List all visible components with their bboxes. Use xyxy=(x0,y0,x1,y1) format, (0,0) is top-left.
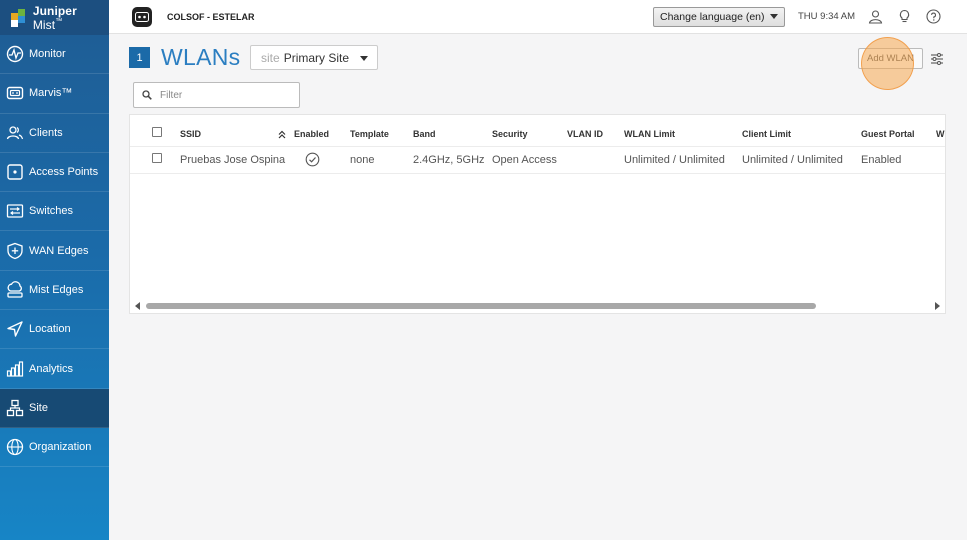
sidebar: Juniper Mist™ Monitor Marvis™ Clients Ac… xyxy=(0,0,109,540)
column-header-truncated[interactable]: WL xyxy=(936,129,945,139)
top-bar: COLSOF - ESTELAR Change language (en) TH… xyxy=(109,0,967,34)
location-icon xyxy=(6,320,24,338)
row-divider xyxy=(130,173,945,174)
org-name[interactable]: COLSOF - ESTELAR xyxy=(167,12,255,22)
juniper-mist-logo[interactable]: Juniper Mist™ xyxy=(0,0,109,35)
language-select[interactable]: Change language (en) xyxy=(653,7,785,27)
search-icon xyxy=(142,90,152,100)
site-select[interactable]: site Primary Site xyxy=(250,45,378,70)
sidebar-item-marvis[interactable]: Marvis™ xyxy=(0,74,109,114)
wlan-table: SSID Enabled Template Band Security VLAN… xyxy=(129,114,946,314)
chevron-down-icon xyxy=(770,14,778,19)
horizontal-scrollbar[interactable] xyxy=(130,299,945,313)
column-header-guest-portal[interactable]: Guest Portal xyxy=(861,129,915,139)
row-checkbox[interactable] xyxy=(152,153,162,163)
column-header-ssid[interactable]: SSID xyxy=(180,129,201,139)
column-header-enabled[interactable]: Enabled xyxy=(294,129,329,139)
header-divider xyxy=(130,146,945,147)
enabled-check-icon xyxy=(305,152,320,167)
site-icon xyxy=(6,399,24,417)
select-all-checkbox[interactable] xyxy=(152,127,162,137)
clients-icon xyxy=(6,124,24,142)
sidebar-item-access-points[interactable]: Access Points xyxy=(0,153,109,193)
sidebar-item-mist-edges[interactable]: Mist Edges xyxy=(0,271,109,311)
sidebar-item-analytics[interactable]: Analytics xyxy=(0,349,109,389)
sidebar-item-label: Monitor xyxy=(29,48,66,61)
page-title: WLANs xyxy=(161,44,241,70)
user-icon[interactable] xyxy=(868,9,883,24)
cell-guest-portal: Enabled xyxy=(861,154,902,166)
column-header-template[interactable]: Template xyxy=(350,129,389,139)
page-number-badge: 1 xyxy=(129,47,150,68)
cell-client-limit: Unlimited / Unlimited xyxy=(742,154,843,166)
scroll-left-arrow-icon[interactable] xyxy=(135,302,140,310)
cell-wlan-limit: Unlimited / Unlimited xyxy=(624,154,725,166)
sidebar-item-label: WAN Edges xyxy=(29,244,89,257)
cell-ssid[interactable]: Pruebas Jose Ospina xyxy=(180,154,285,166)
filter-field[interactable] xyxy=(133,82,300,108)
brand-tm: ™ xyxy=(55,17,63,25)
site-select-value: Primary Site xyxy=(283,50,350,65)
scroll-right-arrow-icon[interactable] xyxy=(935,302,940,310)
org-avatar-icon[interactable] xyxy=(132,6,152,27)
access-point-icon xyxy=(6,163,24,181)
column-header-wlan-limit[interactable]: WLAN Limit xyxy=(624,129,675,139)
mist-edge-icon xyxy=(6,281,24,299)
site-select-prefix: site xyxy=(261,50,280,65)
sidebar-item-label: Analytics xyxy=(29,362,74,375)
switch-icon xyxy=(6,202,24,220)
sidebar-item-label: Marvis™ xyxy=(29,87,73,100)
column-header-vlan-id[interactable]: VLAN ID xyxy=(567,129,603,139)
sidebar-item-site[interactable]: Site xyxy=(0,388,109,428)
column-settings-icon[interactable] xyxy=(930,52,944,66)
sort-ascending-icon[interactable] xyxy=(278,130,286,139)
juniper-logo-icon xyxy=(11,8,29,27)
sidebar-item-switches[interactable]: Switches xyxy=(0,192,109,232)
chevron-down-icon xyxy=(360,56,368,61)
cell-band: 2.4GHz, 5GHz xyxy=(413,154,485,166)
analytics-icon xyxy=(6,360,24,378)
cell-security: Open Access xyxy=(492,154,557,166)
sidebar-item-label: Site xyxy=(29,401,48,414)
sidebar-item-label: Organization xyxy=(29,441,92,454)
sidebar-item-wan-edges[interactable]: WAN Edges xyxy=(0,231,109,271)
filter-input[interactable] xyxy=(160,89,290,101)
monitor-icon xyxy=(6,45,24,63)
column-header-band[interactable]: Band xyxy=(413,129,436,139)
brand-bold: Juniper xyxy=(32,3,77,18)
organization-icon xyxy=(6,438,24,456)
clock: THU 9:34 AM xyxy=(798,11,856,22)
brand-light: Mist xyxy=(32,17,56,32)
column-header-client-limit[interactable]: Client Limit xyxy=(742,129,791,139)
cell-template: none xyxy=(350,154,375,166)
add-wlan-button[interactable]: Add WLAN xyxy=(858,48,923,69)
marvis-icon xyxy=(6,84,24,102)
help-icon[interactable] xyxy=(926,9,941,24)
sidebar-item-label: Location xyxy=(29,323,71,336)
sidebar-item-label: Mist Edges xyxy=(29,283,84,296)
language-select-value: Change language (en) xyxy=(660,11,765,23)
sidebar-item-organization[interactable]: Organization xyxy=(0,428,109,468)
sidebar-item-label: Clients xyxy=(29,126,63,139)
sidebar-item-location[interactable]: Location xyxy=(0,310,109,350)
sidebar-item-clients[interactable]: Clients xyxy=(0,114,109,153)
sidebar-item-monitor[interactable]: Monitor xyxy=(0,35,109,75)
lightbulb-icon[interactable] xyxy=(897,9,912,24)
sidebar-item-label: Switches xyxy=(29,205,74,218)
column-header-security[interactable]: Security xyxy=(492,129,528,139)
sidebar-item-label: Access Points xyxy=(29,166,99,179)
wan-edge-icon xyxy=(6,242,24,260)
scrollbar-thumb[interactable] xyxy=(146,303,816,309)
